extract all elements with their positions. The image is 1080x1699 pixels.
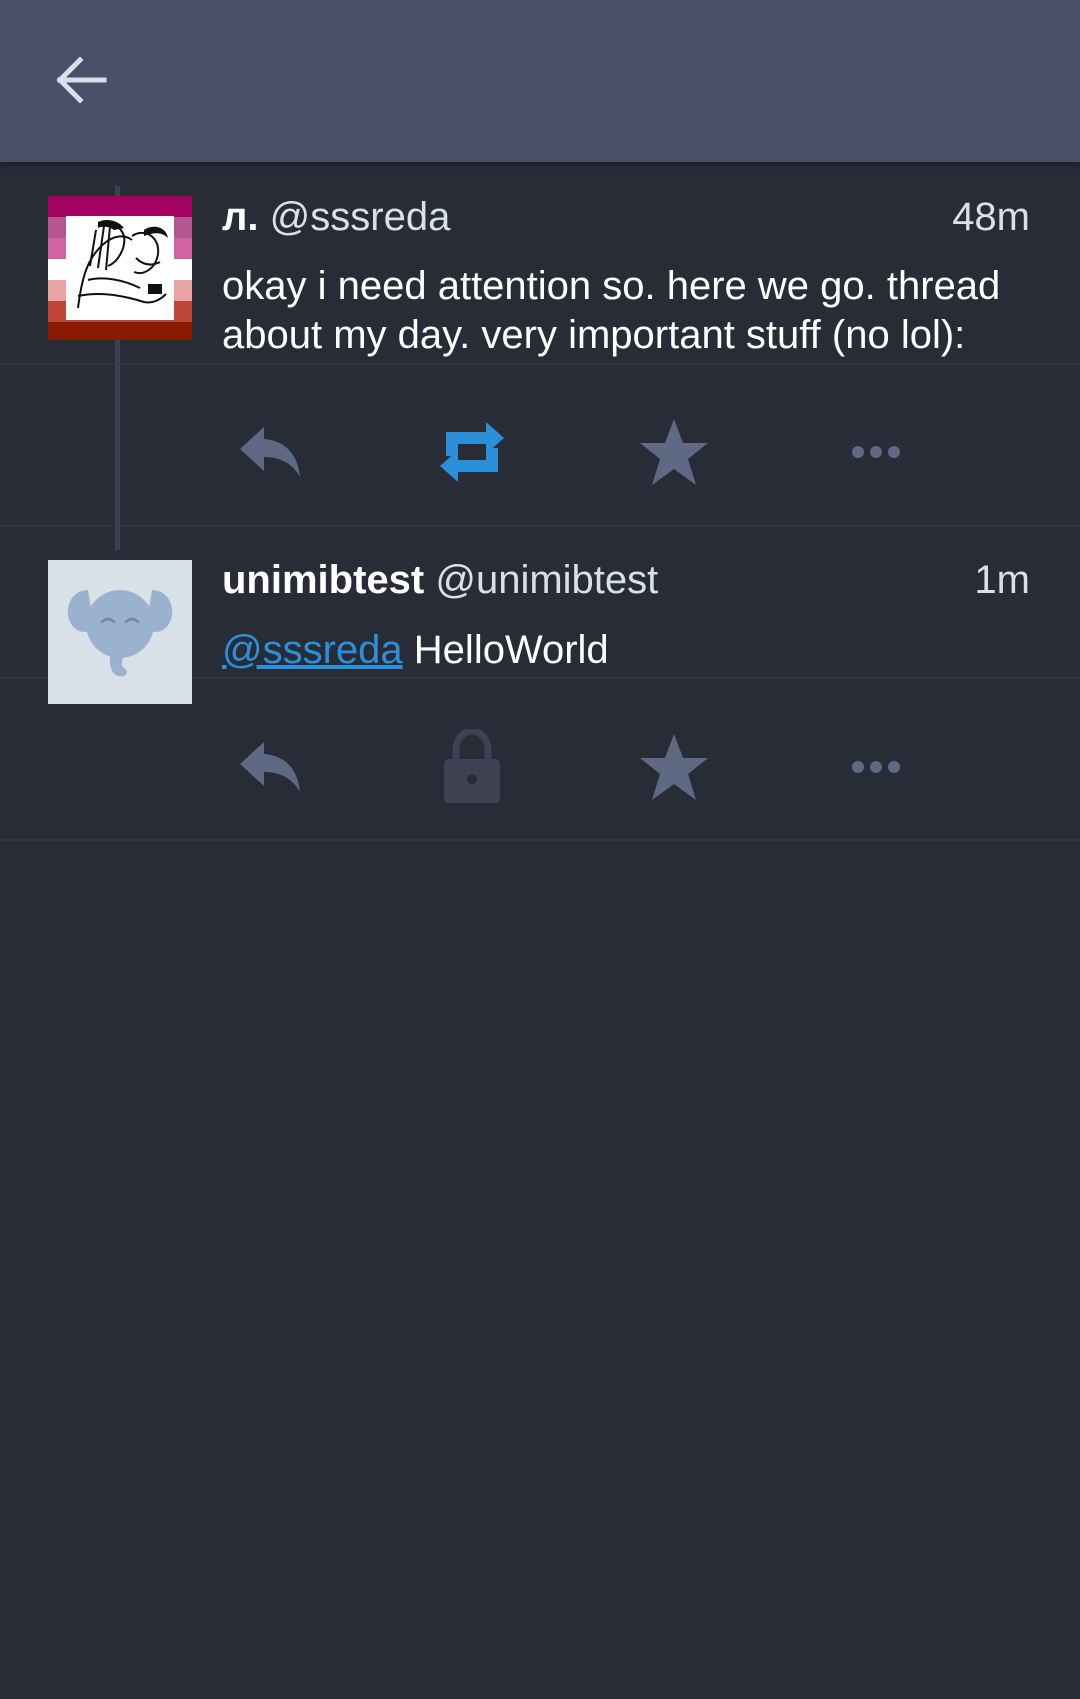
arrow-left-icon (56, 56, 107, 104)
divider (0, 839, 1080, 841)
avatar[interactable] (48, 560, 192, 704)
status-author[interactable]: unimibtest @unimibtest (222, 555, 658, 605)
account-handle: @unimibtest (435, 558, 659, 602)
app-bar (0, 0, 1080, 162)
elephant-avatar (48, 560, 192, 704)
back-button[interactable] (44, 44, 124, 116)
display-name: unimibtest (222, 558, 425, 602)
favourite-button[interactable] (624, 717, 724, 817)
reply-icon (240, 427, 300, 477)
more-icon (852, 761, 900, 773)
reply-icon (240, 742, 300, 792)
reply-button[interactable] (220, 717, 320, 817)
lesbian-flag-drawing-avatar (48, 196, 192, 340)
star-icon (640, 734, 708, 800)
display-name: л. (222, 195, 259, 239)
status-content: @sssreda HelloWorld (222, 626, 1042, 675)
status-time: 48m (952, 195, 1030, 239)
status-text: HelloWorld (413, 628, 609, 672)
reply-button[interactable] (220, 402, 320, 502)
mention-link[interactable]: @sssreda (222, 628, 403, 672)
boost-button[interactable] (422, 402, 522, 502)
divider (0, 525, 1080, 527)
more-icon (852, 446, 900, 458)
favourite-button[interactable] (624, 402, 724, 502)
lock-icon (444, 729, 500, 803)
avatar[interactable] (48, 196, 192, 340)
boost-icon (440, 422, 504, 482)
more-button[interactable] (826, 402, 926, 502)
star-icon (640, 419, 708, 485)
status-time: 1m (974, 558, 1030, 602)
account-handle: @sssreda (269, 195, 451, 239)
status-content: okay i need attention so. here we go. th… (222, 264, 1001, 357)
more-button[interactable] (826, 717, 926, 817)
boost-disabled-button (422, 717, 522, 817)
status-author[interactable]: л. @sssreda (222, 192, 450, 242)
